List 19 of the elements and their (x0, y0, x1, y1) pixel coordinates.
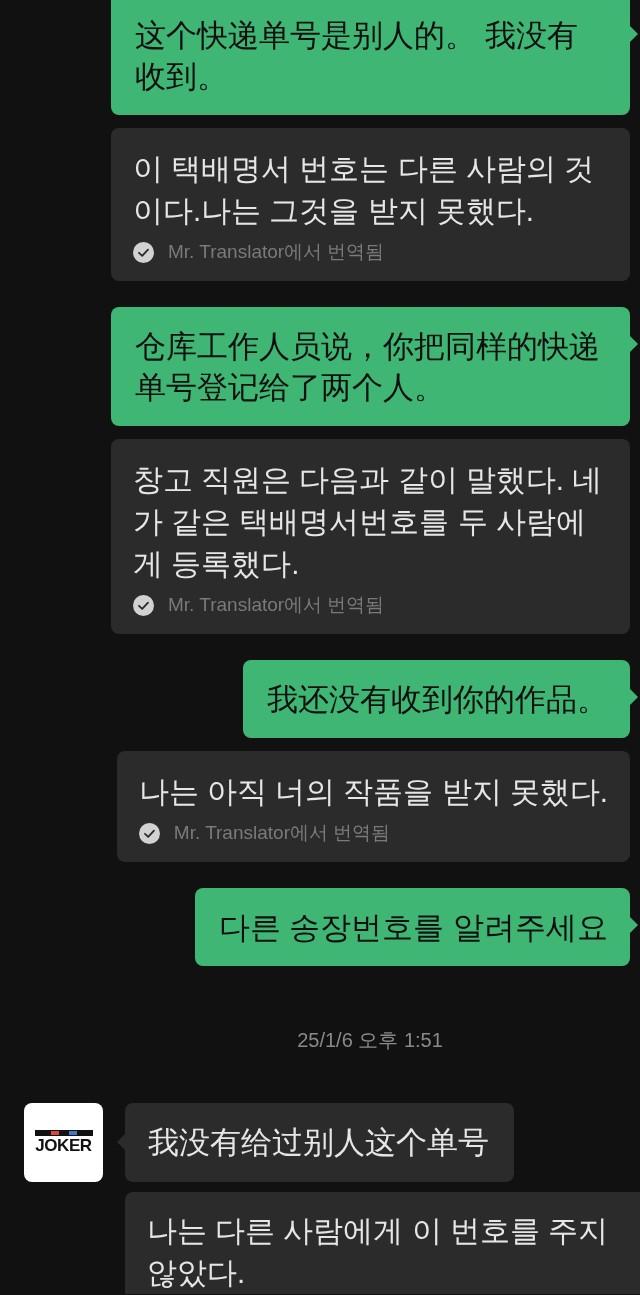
check-circle-icon (133, 241, 154, 263)
message-text: 仓库工作人员说，你把同样的快递单号登记给了两个人。 (135, 328, 601, 407)
translator-note: Mr. Translator에서 번역됨 (173, 820, 391, 845)
check-circle-icon (133, 594, 154, 616)
message-text: 这个快递单号是别人的。 我没有收到。 (135, 17, 579, 96)
striped-bar-icon (34, 1130, 93, 1136)
translator-note: Mr. Translator에서 번역됨 (168, 239, 385, 264)
timestamp: 25/1/6 오후 1:51 (297, 1028, 443, 1052)
message-text: 我没有给过别人这个单号 (148, 1124, 489, 1162)
translated-text: 나는 다른 사람에게 이 번호를 주지 않았다. (147, 1213, 609, 1291)
translated-text: 이 택배명서 번호는 다른 사람의 것이다.나는 그것을 받지 못했다. (133, 151, 595, 229)
message-text: 다른 송장번호를 알려주세요 (218, 909, 608, 947)
avatar-logo[interactable]: JOKER (24, 1103, 103, 1182)
logo-text: JOKER (35, 1137, 92, 1155)
translated-text: 나는 아직 너의 작품을 받지 못했다. (138, 774, 608, 810)
check-circle-icon (138, 822, 160, 844)
translated-text: 창고 직원은 다음과 같이 말했다. 네가 같은 택배명서번호를 두 사람에게 등록했다. (133, 462, 604, 582)
translator-note: Mr. Translator에서 번역됨 (168, 592, 385, 617)
message-text: 我还没有收到你的作品。 (267, 681, 608, 719)
